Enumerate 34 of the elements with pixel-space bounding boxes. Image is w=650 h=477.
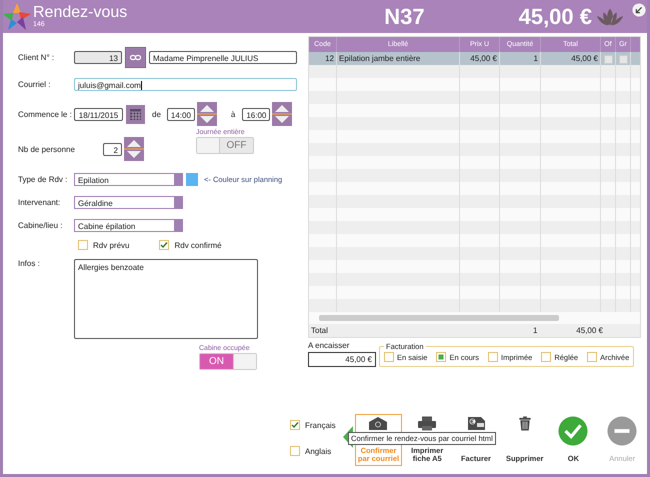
time-field[interactable]: 16:00 [242, 108, 270, 120]
field-label: Commence le : [18, 110, 73, 118]
checkbox[interactable]: Français [290, 420, 336, 430]
email-field[interactable]: juluis@gmail.com [74, 78, 297, 91]
dropdown-field[interactable]: Géraldine [74, 196, 183, 209]
total-quantity: 1 [533, 325, 538, 337]
field-label: Courriel : [18, 80, 52, 89]
dropdown-field[interactable]: Epilation [74, 173, 183, 186]
field-label: Client N° : [18, 53, 56, 62]
total-amount: 45,00 € [518, 4, 592, 30]
dropdown-field[interactable]: Cabine épilation [74, 219, 183, 232]
date-field[interactable]: 18/11/2015 [74, 108, 123, 120]
persons-field[interactable]: 2 [103, 142, 122, 156]
app-title: Rendez-vous [33, 5, 128, 21]
field-label: Cabine/lieu : [18, 221, 64, 230]
field-label: Infos : [18, 259, 41, 268]
checkbox[interactable]: Anglais [290, 446, 336, 456]
checkbox[interactable]: Rdv prévu [78, 240, 130, 250]
client-name-field[interactable]: Madame Pimprenelle JULIUS [149, 51, 297, 64]
total-label: Total [310, 325, 329, 337]
appointment-code: N37 [384, 4, 425, 30]
field-label: Type de Rdv : [18, 175, 68, 184]
time-field[interactable]: 14:00 [166, 108, 195, 120]
field-label: Nb de personne [18, 144, 76, 154]
checkbox[interactable]: Rdv confirmé [159, 240, 222, 250]
client-number-field[interactable]: 13 [74, 51, 122, 64]
field-label: A encaisser [308, 341, 350, 350]
total-amount-cell-text: 45,00 € [575, 325, 603, 337]
notes-field[interactable]: Allergies benzoate [74, 259, 258, 339]
all-day-toggle[interactable]: OFF [196, 136, 254, 154]
field-label: à [230, 110, 236, 118]
field-label: de [152, 110, 161, 118]
amount-field[interactable]: 45,00 € [308, 352, 376, 367]
field-label: Intervenant: [18, 198, 62, 207]
